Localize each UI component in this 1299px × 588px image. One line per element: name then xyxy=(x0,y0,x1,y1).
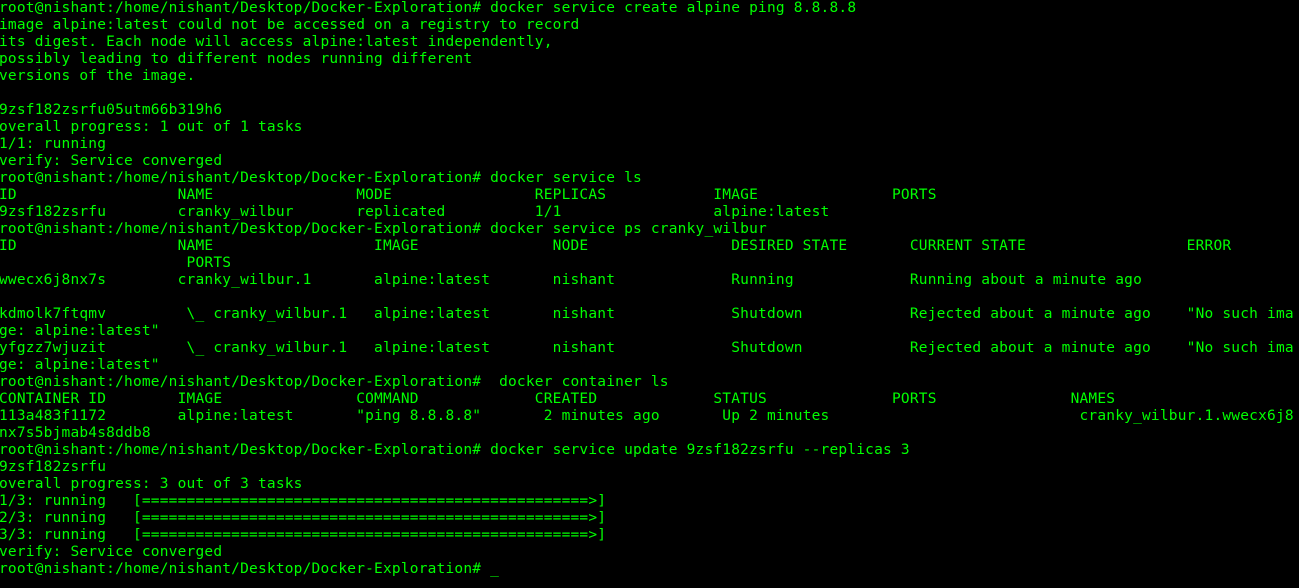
terminal-window[interactable]: root@nishant:/home/nishant/Desktop/Docke… xyxy=(0,0,1299,588)
output-line: kdmolk7ftqmv \_ cranky_wilbur.1 alpine:l… xyxy=(0,306,1294,322)
output-line: 113a483f1172 alpine:latest "ping 8.8.8.8… xyxy=(0,408,1294,424)
output-line: 9zsf182zsrfu cranky_wilbur replicated 1/… xyxy=(0,204,830,220)
output-line: 9zsf182zsrfu05utm66b319h6 xyxy=(0,102,223,118)
output-line: 1/1: running xyxy=(0,136,107,152)
output-line: possibly leading to different nodes runn… xyxy=(0,51,473,67)
output-line: its digest. Each node will access alpine… xyxy=(0,34,553,50)
output-line: nx7s5bjmab4s8ddb8 xyxy=(0,425,151,441)
command-prompt-line: root@nishant:/home/nishant/Desktop/Docke… xyxy=(0,374,669,390)
output-line: versions of the image. xyxy=(0,68,196,84)
output-line: verify: Service converged xyxy=(0,544,223,560)
output-line: image alpine:latest could not be accesse… xyxy=(0,17,580,33)
output-line: 3/3: running [==========================… xyxy=(0,527,607,543)
output-line: verify: Service converged xyxy=(0,153,223,169)
output-line: wwecx6j8nx7s cranky_wilbur.1 alpine:late… xyxy=(0,272,1143,288)
output-line: yfgzz7wjuzit \_ cranky_wilbur.1 alpine:l… xyxy=(0,340,1294,356)
command-prompt-line: root@nishant:/home/nishant/Desktop/Docke… xyxy=(0,442,910,458)
output-line: 9zsf182zsrfu xyxy=(0,459,107,475)
output-line: overall progress: 3 out of 3 tasks xyxy=(0,476,303,492)
command-prompt-line: root@nishant:/home/nishant/Desktop/Docke… xyxy=(0,170,642,186)
command-prompt-line: root@nishant:/home/nishant/Desktop/Docke… xyxy=(0,0,857,16)
output-line: ID NAME IMAGE NODE DESIRED STATE CURRENT… xyxy=(0,238,1232,254)
terminal-output: root@nishant:/home/nishant/Desktop/Docke… xyxy=(0,0,1294,578)
output-line: ID NAME MODE REPLICAS IMAGE PORTS xyxy=(0,187,937,203)
output-line: PORTS xyxy=(0,255,232,271)
output-line: 2/3: running [==========================… xyxy=(0,510,607,526)
active-prompt-line[interactable]: root@nishant:/home/nishant/Desktop/Docke… xyxy=(0,561,1294,578)
output-line: overall progress: 1 out of 1 tasks xyxy=(0,119,303,135)
output-line: CONTAINER ID IMAGE COMMAND CREATED STATU… xyxy=(0,391,1116,407)
output-line: 1/3: running [==========================… xyxy=(0,493,607,509)
command-prompt-line: root@nishant:/home/nishant/Desktop/Docke… xyxy=(0,221,767,237)
output-line: ge: alpine:latest" xyxy=(0,323,160,339)
output-line: ge: alpine:latest" xyxy=(0,357,160,373)
